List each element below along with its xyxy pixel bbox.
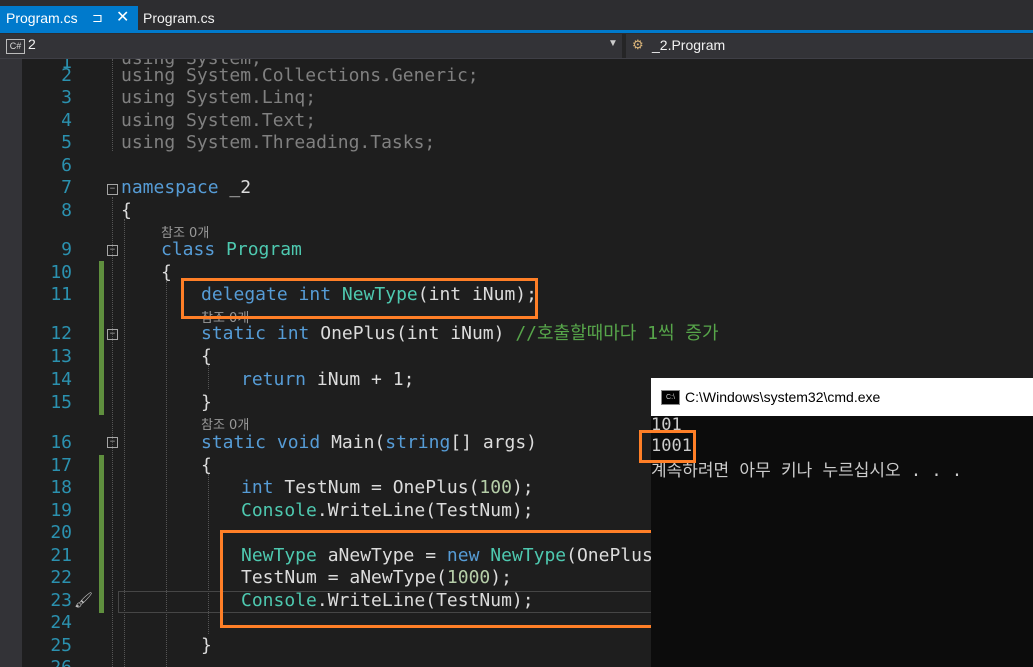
line-number: 14 <box>50 369 72 390</box>
line-number: 16 <box>50 432 72 453</box>
indent-guide <box>208 365 209 389</box>
code-line: } <box>201 392 212 413</box>
line-number: 9 <box>61 239 72 260</box>
close-icon[interactable]: ✕ <box>116 6 129 30</box>
line-number: 18 <box>50 477 72 498</box>
line-number: 11 <box>50 284 72 305</box>
tab-program-cs-preview[interactable]: Program.cs <box>143 6 215 30</box>
line-number: 24 <box>50 612 72 633</box>
line-number: 20 <box>50 522 72 543</box>
highlight-box-delegate <box>181 278 538 319</box>
line-number: 17 <box>50 455 72 476</box>
highlight-box-delegate-usage <box>220 530 657 628</box>
line-number: 21 <box>50 545 72 566</box>
csharp-project-icon: C# <box>6 39 25 54</box>
class-icon: ⚙ <box>632 37 644 52</box>
line-number: 19 <box>50 500 72 521</box>
change-indicator-bar <box>99 261 104 415</box>
line-number: 23 <box>50 590 72 611</box>
change-indicator-bar <box>99 455 104 613</box>
code-line: class Program <box>161 239 302 260</box>
highlight-box-output <box>639 430 696 463</box>
code-line: } <box>201 635 212 656</box>
collapse-toggle[interactable]: − <box>107 184 118 195</box>
code-line: using System.Threading.Tasks; <box>121 132 436 153</box>
line-number: 22 <box>50 567 72 588</box>
code-line: namespace _2 <box>121 177 252 198</box>
line-number: 7 <box>61 177 72 198</box>
console-icon: C:\ <box>661 390 680 405</box>
line-number: 13 <box>50 346 72 367</box>
tab-program-cs-active[interactable]: Program.cs ⊐ ✕ <box>0 6 138 30</box>
code-line: int TestNum = OnePlus(100); <box>241 477 534 498</box>
code-lens-references[interactable]: 참조 0개 <box>201 414 249 433</box>
line-number: 8 <box>61 200 72 221</box>
line-number: 6 <box>61 155 72 176</box>
outline-line <box>112 59 113 151</box>
pin-icon[interactable]: ⊐ <box>92 6 103 30</box>
editor-tab-bar: Program.cs ⊐ ✕ Program.cs <box>0 0 1033 34</box>
code-line: return iNum + 1; <box>241 369 415 390</box>
line-number: 15 <box>50 392 72 413</box>
code-line: { <box>201 346 212 367</box>
code-line: using System.Text; <box>121 110 317 131</box>
console-title: C:\Windows\system32\cmd.exe <box>685 389 881 405</box>
navigation-bar: C# 2 ▼ ⚙ _2.Program <box>0 34 1033 59</box>
line-number: 25 <box>50 635 72 656</box>
code-line: { <box>201 455 212 476</box>
class-scope: _2.Program <box>652 37 726 53</box>
chevron-down-icon[interactable]: ▼ <box>608 38 618 49</box>
code-line: using System.Linq; <box>121 87 317 108</box>
line-number: 2 <box>61 65 72 86</box>
outline-line <box>112 197 113 667</box>
tab-label: Program.cs <box>143 10 215 26</box>
line-number: 3 <box>61 87 72 108</box>
project-name: 2 <box>28 36 36 52</box>
project-dropdown[interactable]: C# 2 ▼ <box>0 34 622 58</box>
console-output-line: 계속하려면 아무 키나 누르십시오 . . . <box>651 461 963 481</box>
line-number: 26 <box>0 657 72 667</box>
quick-actions-icon[interactable]: 🖌 <box>74 591 93 609</box>
tab-underline <box>0 30 1033 33</box>
line-number: 10 <box>50 262 72 283</box>
class-dropdown[interactable]: ⚙ _2.Program <box>626 34 1033 58</box>
code-line: static int OnePlus(int iNum) //호출할때마다 1씩… <box>201 323 719 344</box>
line-number: 12 <box>50 323 72 344</box>
code-line: using System.Collections.Generic; <box>121 65 479 86</box>
line-number: 5 <box>61 132 72 153</box>
code-line: static void Main(string[] args) <box>201 432 538 453</box>
tab-label: Program.cs <box>6 10 78 26</box>
code-line: { <box>121 200 132 221</box>
console-title-bar[interactable]: C:\ C:\Windows\system32\cmd.exe <box>651 378 1033 416</box>
line-number: 4 <box>61 110 72 131</box>
console-window[interactable]: C:\ C:\Windows\system32\cmd.exe 101 1001… <box>639 378 1033 667</box>
code-line: { <box>161 262 172 283</box>
code-line: Console.WriteLine(TestNum); <box>241 500 534 521</box>
